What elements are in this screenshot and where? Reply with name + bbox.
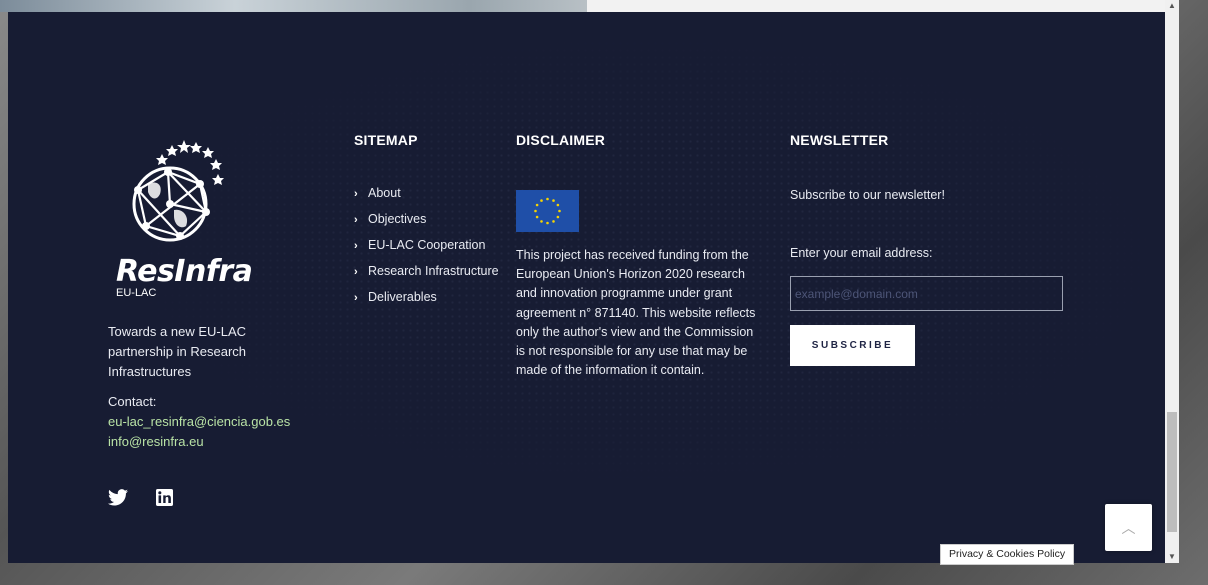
brand-subtitle: EU-LAC — [116, 287, 157, 299]
subscribe-button[interactable]: SUBSCRIBE — [790, 325, 915, 366]
chevron-right-icon: › — [354, 214, 358, 226]
page-background-strip — [587, 0, 1165, 12]
contact-email-link-primary[interactable]: eu-lac_resinfra@ciencia.gob.es — [108, 414, 290, 429]
scroll-down-arrow-icon[interactable]: ▼ — [1165, 551, 1179, 563]
chevron-right-icon: › — [354, 188, 358, 200]
twitter-icon[interactable] — [108, 487, 128, 507]
email-field[interactable] — [790, 276, 1063, 311]
resinfra-globe-logo-icon — [132, 140, 224, 242]
chevron-up-icon: ︿ — [1121, 519, 1136, 536]
newsletter-column: NEWSLETTER Subscribe to our newsletter! … — [790, 132, 1090, 366]
sitemap-item-label: EU-LAC Cooperation — [368, 238, 486, 252]
newsletter-subtitle: Subscribe to our newsletter! — [790, 188, 945, 202]
linkedin-icon[interactable] — [154, 487, 174, 507]
brand-name: ResInfra — [116, 254, 253, 289]
sitemap-list: › About › Objectives › EU-LAC Cooperation ›… — [354, 186, 499, 316]
hero-image-edge — [0, 0, 587, 12]
sitemap-heading: SITEMAP — [354, 132, 418, 148]
sitemap-item-label: Research Infrastructure — [368, 264, 499, 278]
sitemap-item-label: Deliverables — [368, 290, 437, 304]
sitemap-column: SITEMAP › About › Objectives › EU-LAC Coope… — [354, 132, 514, 304]
social-links — [108, 487, 174, 507]
back-to-top-button[interactable]: ︿ — [1105, 504, 1152, 551]
chevron-right-icon: › — [354, 266, 358, 278]
sitemap-item-research-infrastructure[interactable]: › Research Infrastructure — [354, 264, 499, 290]
sitemap-item-deliverables[interactable]: › Deliverables — [354, 290, 499, 316]
site-footer: ResInfra EU-LAC Towards a new EU-LAC par… — [8, 12, 1165, 563]
disclaimer-heading: DISCLAIMER — [516, 132, 606, 148]
disclaimer-text: This project has received funding from t… — [516, 248, 756, 378]
sitemap-item-objectives[interactable]: › Objectives — [354, 212, 499, 238]
contact-email-link-secondary[interactable]: info@resinfra.eu — [108, 434, 204, 449]
brand-column: ResInfra EU-LAC Towards a new EU-LAC par… — [108, 132, 348, 506]
eu-flag-icon — [516, 190, 579, 232]
scroll-up-arrow-icon[interactable]: ▲ — [1165, 0, 1179, 12]
sitemap-item-label: About — [368, 186, 401, 200]
contact-label: Contact: — [108, 394, 157, 409]
brand-tagline: Towards a new EU-LAC partnership in Rese… — [108, 324, 247, 379]
chevron-right-icon: › — [354, 240, 358, 252]
scrollbar-thumb[interactable] — [1167, 412, 1177, 532]
sitemap-item-about[interactable]: › About — [354, 186, 499, 212]
newsletter-heading: NEWSLETTER — [790, 132, 889, 148]
email-field-label: Enter your email address: — [790, 246, 933, 260]
privacy-cookies-policy-link[interactable]: Privacy & Cookies Policy — [940, 544, 1075, 565]
chevron-right-icon: › — [354, 292, 358, 304]
sitemap-item-eu-lac-cooperation[interactable]: › EU-LAC Cooperation — [354, 238, 499, 264]
sitemap-item-label: Objectives — [368, 212, 427, 226]
disclaimer-column: DISCLAIMER This project has received fun… — [516, 132, 766, 377]
